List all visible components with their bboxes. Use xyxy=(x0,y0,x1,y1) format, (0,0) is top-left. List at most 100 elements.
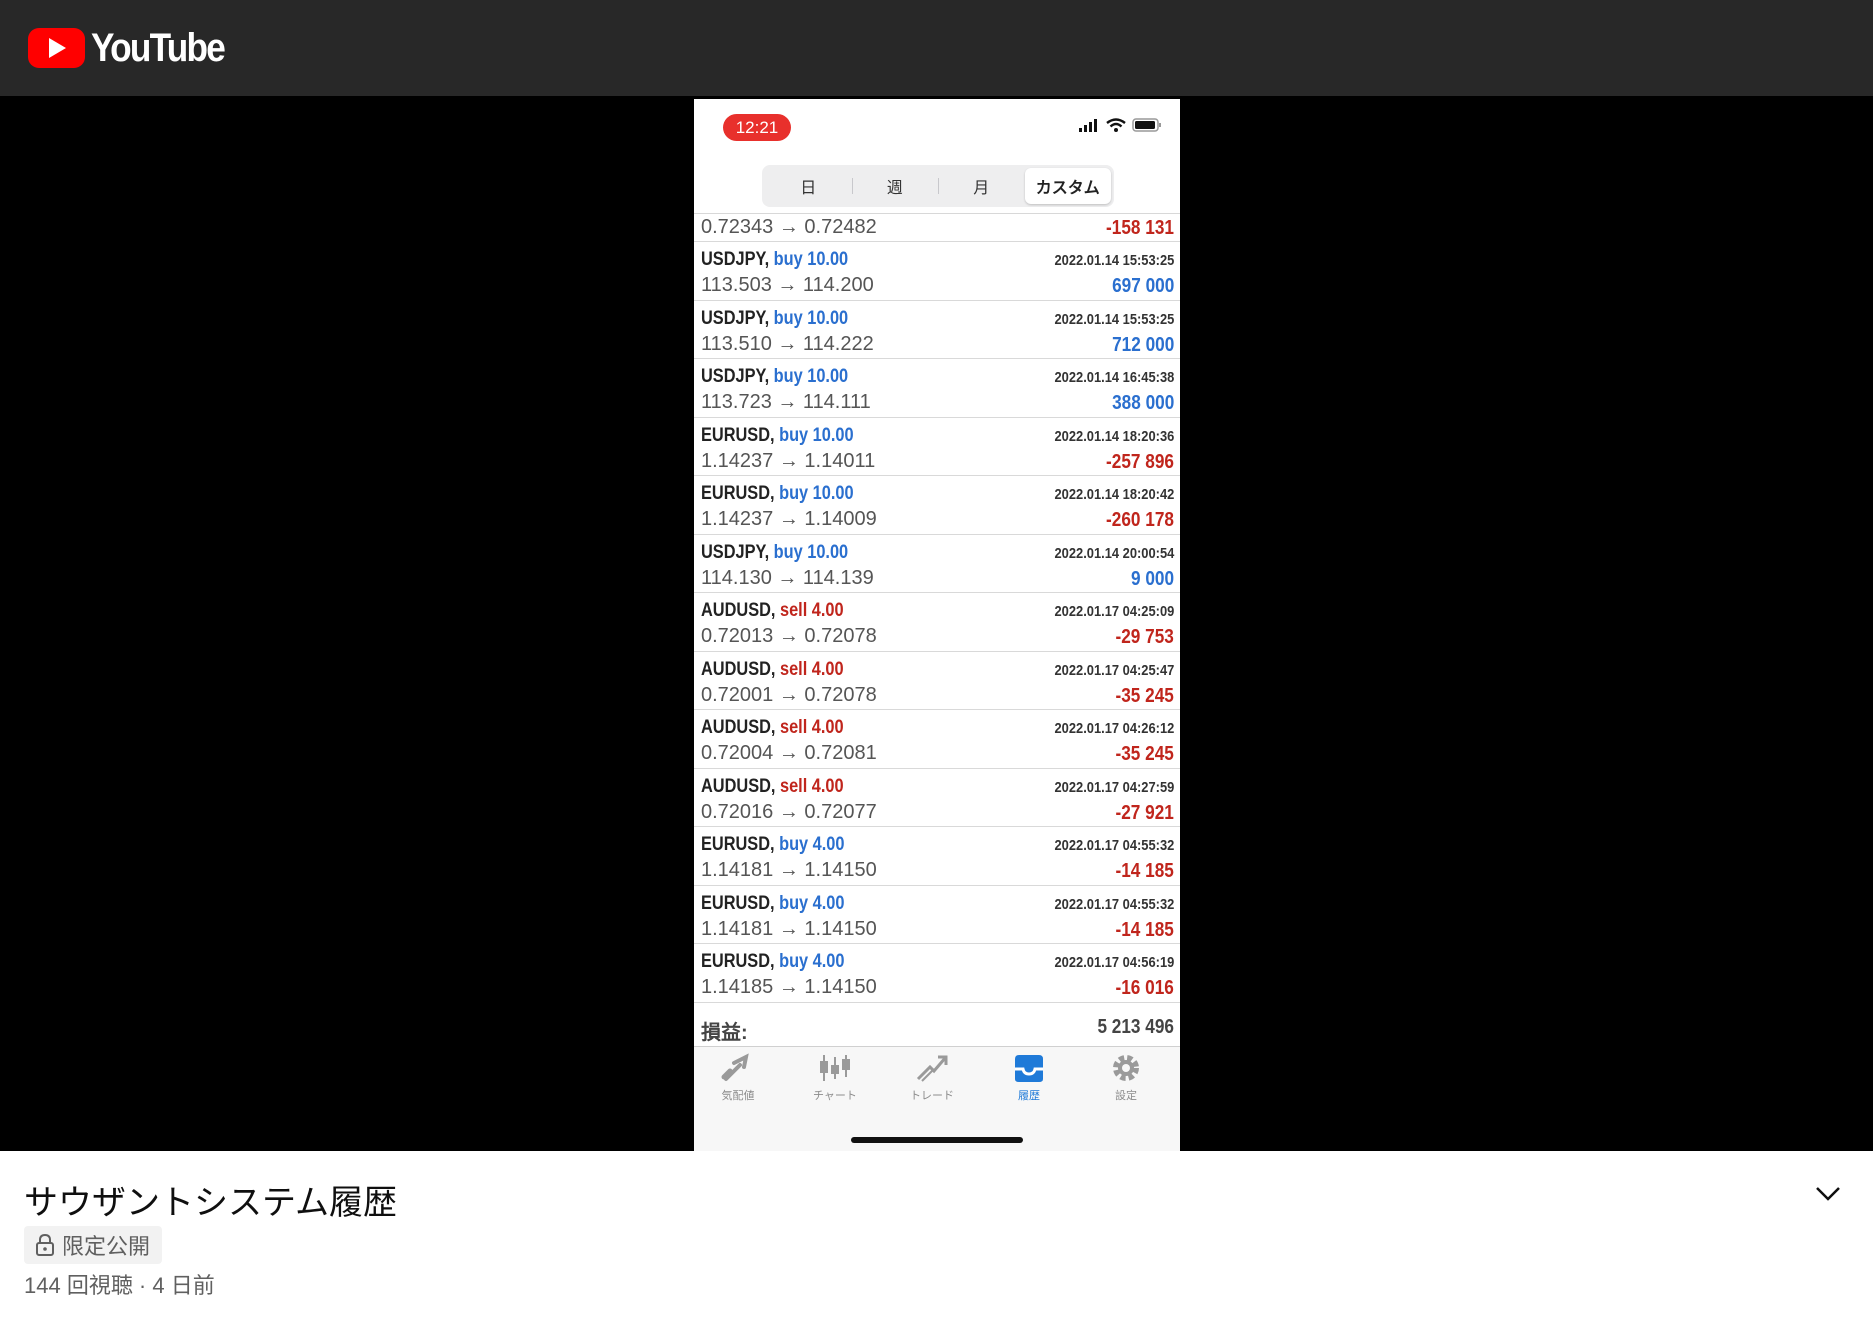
trade-date: 2022.01.14 16:45:38 xyxy=(1054,369,1174,386)
trade-side: buy 10.00 xyxy=(779,483,854,504)
visibility-badge: 限定公開 xyxy=(24,1226,163,1264)
trade-row-partial[interactable]: 0.72343 → 0.72482 -158 131 xyxy=(694,214,1180,242)
trade-row[interactable]: AUDUSD, sell 4.00 2022.01.17 04:27:59 0.72… xyxy=(694,769,1180,827)
chart-candles-icon xyxy=(820,1055,850,1081)
trade-row[interactable]: EURUSD, buy 4.00 2022.01.17 04:56:19 1.141… xyxy=(694,944,1180,1003)
trade-prices: 1.14237 → 1.14011 xyxy=(701,449,876,472)
trade-symbol: EURUSD, xyxy=(701,951,775,972)
trade-prices: 0.72001 → 0.72078 xyxy=(701,683,877,706)
trade-symbol-side: EURUSD, buy 10.00 xyxy=(701,425,854,447)
trade-symbol-side: USDJPY, buy 10.00 xyxy=(701,366,848,388)
trade-row[interactable]: AUDUSD, sell 4.00 2022.01.17 04:25:47 0.72… xyxy=(694,652,1180,710)
trade-profit: -260 178 xyxy=(1106,509,1174,531)
trade-side: buy 4.00 xyxy=(779,951,845,972)
trade-prices: 1.14185 → 1.14150 xyxy=(701,976,877,998)
trade-symbol: EURUSD, xyxy=(701,834,775,855)
trade-prices: 0.72013 → 0.72078 xyxy=(701,625,877,647)
trade-row[interactable]: AUDUSD, sell 4.00 2022.01.17 04:25:09 0.72… xyxy=(694,593,1180,652)
trade-side: buy 10.00 xyxy=(773,249,849,270)
trade-symbol-side: AUDUSD, sell 4.00 xyxy=(701,600,844,622)
trade-side: sell 4.00 xyxy=(779,775,844,797)
trade-symbol: EURUSD, xyxy=(701,892,775,914)
top-bar: YouTube xyxy=(0,0,1873,96)
trade-symbol-side: AUDUSD, sell 4.00 xyxy=(701,717,844,739)
tab-quotes[interactable]: 気配値 xyxy=(698,1053,778,1113)
trade-profit: 697 000 xyxy=(1111,275,1174,297)
trade-symbol-side: USDJPY, buy 10.00 xyxy=(701,542,848,564)
trade-row[interactable]: EURUSD, buy 10.00 2022.01.14 18:20:42 1.14… xyxy=(694,476,1180,535)
tab-label: トレード xyxy=(910,1090,954,1102)
trade-symbol: AUDUSD, xyxy=(701,717,776,738)
trade-row[interactable]: AUDUSD, sell 4.00 2022.01.17 04:26:12 0.72… xyxy=(694,710,1180,769)
trade-symbol-side: EURUSD, buy 4.00 xyxy=(701,834,844,856)
trade-date: 2022.01.17 04:56:19 xyxy=(1054,954,1174,971)
trade-row[interactable]: EURUSD, buy 10.00 2022.01.14 18:20:36 1.14… xyxy=(694,418,1180,476)
home-indicator xyxy=(851,1137,1023,1143)
lock-icon xyxy=(36,1233,54,1256)
trade-side: buy 4.00 xyxy=(779,834,845,855)
trade-side: buy 10.00 xyxy=(773,307,849,329)
period-segmented-control: 日 週 月 カスタム xyxy=(762,165,1114,207)
trade-symbol-side: USDJPY, buy 10.00 xyxy=(701,249,848,271)
quotes-icon xyxy=(721,1053,749,1081)
trade-prices: 113.723 → 114.111 xyxy=(701,391,871,413)
signal-icon xyxy=(1079,119,1097,132)
trade-date: 2022.01.17 04:25:09 xyxy=(1054,603,1174,620)
trade-row[interactable]: USDJPY, buy 10.00 2022.01.14 15:53:25 113.… xyxy=(694,301,1180,359)
youtube-logo[interactable]: YouTube xyxy=(28,26,242,71)
segment-month[interactable]: 月 xyxy=(938,168,1025,204)
tab-history[interactable]: 履歴 xyxy=(989,1053,1069,1113)
trade-side: sell 4.00 xyxy=(779,600,844,621)
trade-profit: 712 000 xyxy=(1111,333,1174,356)
trade-symbol-side: EURUSD, buy 10.00 xyxy=(701,483,854,505)
trade-row[interactable]: USDJPY, buy 10.00 2022.01.14 15:53:25 113.… xyxy=(694,242,1180,301)
trade-profit: -27 921 xyxy=(1115,801,1174,824)
trade-date: 2022.01.14 18:20:42 xyxy=(1054,486,1174,503)
youtube-play-icon xyxy=(28,28,85,68)
trade-history-list[interactable]: 0.72343 → 0.72482 -158 131 USDJPY, buy 1… xyxy=(694,214,1180,1003)
trade-profit: -158 131 xyxy=(1106,217,1174,239)
total-value: 5 213 496 xyxy=(1097,1016,1174,1038)
phone-screen: 12:21 日 週 月 カスタム 0.72343 → 0.72482 -158 … xyxy=(694,99,1180,1151)
trade-symbol-side: EURUSD, buy 4.00 xyxy=(701,951,844,973)
tab-chart[interactable]: チャート xyxy=(795,1053,875,1113)
trade-row[interactable]: EURUSD, buy 4.00 2022.01.17 04:55:32 1.141… xyxy=(694,827,1180,886)
trade-prices: 113.503 → 114.200 xyxy=(701,274,874,296)
trade-prices: 1.14237 → 1.14009 xyxy=(701,508,877,530)
trade-row[interactable]: EURUSD, buy 4.00 2022.01.17 04:55:32 1.141… xyxy=(694,886,1180,944)
trade-profit: -257 896 xyxy=(1106,450,1174,473)
trade-symbol-side: EURUSD, buy 4.00 xyxy=(701,893,844,915)
status-time: 12:21 xyxy=(723,114,791,141)
trade-prices: 0.72343 → 0.72482 xyxy=(701,216,877,238)
expand-chevron-icon[interactable] xyxy=(1814,1185,1842,1208)
trade-prices: 1.14181 → 1.14150 xyxy=(701,859,877,881)
trade-symbol-side: USDJPY, buy 10.00 xyxy=(701,308,848,330)
trade-prices: 0.72016 → 0.72077 xyxy=(701,800,877,823)
segment-week[interactable]: 週 xyxy=(851,168,939,204)
trade-symbol: AUDUSD, xyxy=(701,600,776,621)
trade-profit: -29 753 xyxy=(1115,626,1174,648)
tab-trade[interactable]: トレード xyxy=(892,1053,972,1113)
trade-symbol: USDJPY, xyxy=(701,307,770,329)
segment-day[interactable]: 日 xyxy=(765,168,852,204)
video-player[interactable]: 12:21 日 週 月 カスタム 0.72343 → 0.72482 -158 … xyxy=(0,96,1873,1151)
trade-prices: 113.510 → 114.222 xyxy=(701,332,874,355)
trade-profit: -14 185 xyxy=(1115,860,1174,882)
trade-prices: 114.130 → 114.139 xyxy=(701,566,874,589)
trade-date: 2022.01.14 15:53:25 xyxy=(1054,252,1174,269)
trade-profit: -35 245 xyxy=(1115,743,1174,765)
battery-icon xyxy=(1132,118,1161,132)
tab-label: 履歴 xyxy=(1018,1090,1040,1102)
trade-row[interactable]: USDJPY, buy 10.00 2022.01.14 20:00:54 114.… xyxy=(694,535,1180,593)
segment-custom[interactable]: カスタム xyxy=(1024,168,1111,204)
trade-row[interactable]: USDJPY, buy 10.00 2022.01.14 16:45:38 113.… xyxy=(694,359,1180,418)
video-meta: 144 回視聴 · 4 日前 xyxy=(24,1273,215,1298)
bottom-tab-bar: 気配値 チャート トレード 履歴 設定 xyxy=(694,1046,1180,1151)
trade-symbol: USDJPY, xyxy=(701,249,770,270)
trade-profit: 9 000 xyxy=(1130,567,1174,590)
status-bar: 12:21 xyxy=(694,99,1180,155)
tab-settings[interactable]: 設定 xyxy=(1086,1053,1166,1113)
wifi-icon xyxy=(1106,118,1126,132)
tab-label: 設定 xyxy=(1115,1090,1137,1102)
trade-symbol: AUDUSD, xyxy=(701,658,776,680)
